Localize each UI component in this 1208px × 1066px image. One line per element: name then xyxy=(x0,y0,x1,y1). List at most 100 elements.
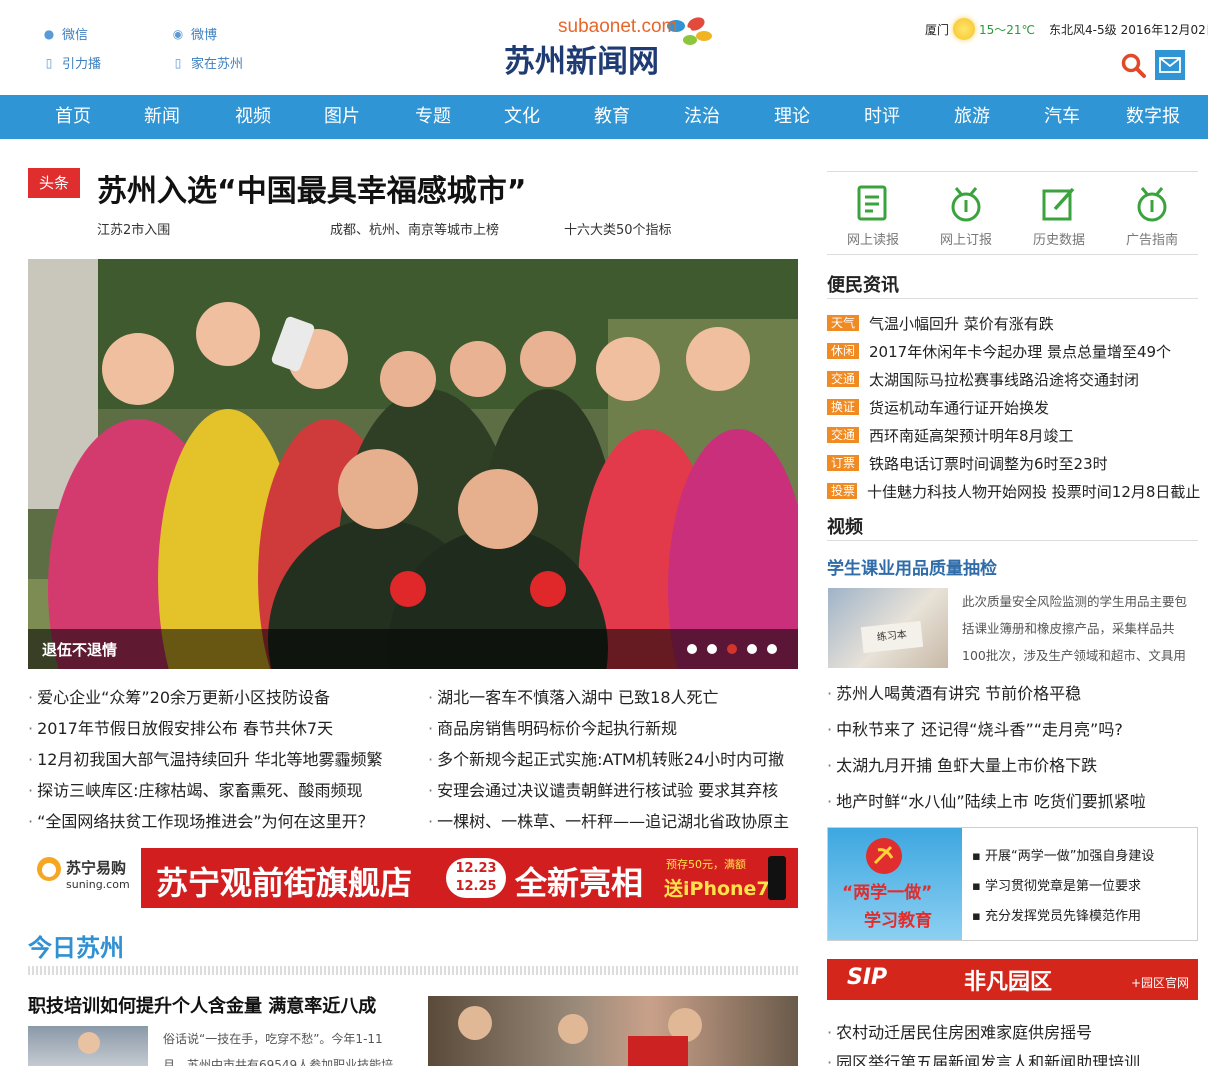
list-item[interactable]: · 地产时鲜“水八仙”陆续上市 吃货们要抓紧啦 xyxy=(827,788,1198,824)
wechat-icon: ● xyxy=(43,26,55,41)
site-logo[interactable]: subaonet.com 苏州新闻网 xyxy=(500,14,730,80)
slide-dot-2[interactable] xyxy=(707,644,717,654)
list-item[interactable]: · 安理会通过决议谴责朝鲜进行核试验 要求其弃核 xyxy=(428,777,798,808)
slide-caption: 退伍不退情 xyxy=(42,641,118,659)
nav-travel[interactable]: 旅游 xyxy=(937,95,1007,139)
today-article-thumb[interactable] xyxy=(28,1026,148,1066)
party-study-promo: “两学一做” 学习教育 ▪ 开展“两学一做”加强自身建设 ▪ 学习贯彻党章是第一… xyxy=(827,827,1198,941)
list-item[interactable]: · 湖北一客车不慎落入湖中 已致18人死亡 xyxy=(428,684,798,715)
news-list-right: · 湖北一客车不慎落入湖中 已致18人死亡 · 商品房销售明码标价今起执行新规 · 多… xyxy=(428,684,798,839)
list-item[interactable]: · 12月初我国大部气温持续回升 华北等地雾霾频繁 xyxy=(28,746,398,777)
phone-icon xyxy=(768,856,786,900)
category-badge: 休闲 xyxy=(827,343,860,359)
category-badge: 交通 xyxy=(827,427,860,443)
home-suzhou-link[interactable]: ▯ 家在苏州 xyxy=(171,53,243,73)
slide-dot-4[interactable] xyxy=(747,644,757,654)
list-item[interactable]: · 商品房销售明码标价今起执行新规 xyxy=(428,715,798,746)
service-ad-guide[interactable]: 广告指南 xyxy=(1112,185,1192,248)
weather-city: 厦门 xyxy=(925,22,950,37)
promo-link-1[interactable]: ▪ 开展“两学一做”加强自身建设 xyxy=(972,845,1154,864)
weibo-link[interactable]: ◉ 微博 xyxy=(171,24,218,44)
list-item[interactable]: · “全国网络扶贫工作现场推进会”为何在这里开？ xyxy=(28,808,398,839)
service-history-data[interactable]: 历史数据 xyxy=(1019,185,1099,248)
nav-news[interactable]: 新闻 xyxy=(127,95,197,139)
headline-title[interactable]: 苏州入选“中国最具幸福感城市” xyxy=(97,166,526,210)
video-links: · 苏州人喝黄酒有讲究 节前价格平稳 · 中秋节来了 还记得“烧斗香”“走月亮”吗?… xyxy=(827,680,1198,824)
mobile-icon: ▯ xyxy=(45,55,53,70)
divider xyxy=(827,254,1198,255)
list-item[interactable]: 投票 十佳魅力科技人物开始网投 投票时间12月8日截止 xyxy=(827,477,1200,505)
video-thumb[interactable]: 练习本 xyxy=(828,588,948,668)
list-item[interactable]: · 一棵树、一株草、一杆秤——追记湖北省政协原主 xyxy=(428,808,798,839)
today-article-desc: 俗话说“一技在手，吃穿不愁”。今年1-11月，苏州中市共有69549人参加职业技… xyxy=(163,1032,394,1066)
headline-sub-1[interactable]: 江苏2市入围 xyxy=(97,219,170,238)
list-item[interactable]: 休闲 2017年休闲年卡今起办理 景点总量增至49个 xyxy=(827,337,1198,365)
list-item[interactable]: · 农村动迁居民住房困难家庭供房摇号 xyxy=(827,1019,1198,1049)
wechat-link[interactable]: ● 微信 xyxy=(42,24,88,44)
nav-education[interactable]: 教育 xyxy=(577,95,647,139)
list-item[interactable]: · 探访三峡库区:庄稼枯竭、家畜熏死、酸雨频现 xyxy=(28,777,398,808)
video-section-title: 视频 xyxy=(827,517,863,538)
ad-slogan: 全新亮相 xyxy=(515,864,644,902)
service-subscribe-online[interactable]: 网上订报 xyxy=(926,185,1006,248)
weather-widget: 厦门 15～21℃ 东北风4-5级 2016年12月02日 xyxy=(925,18,1208,40)
caption-bar: 退伍不退情 xyxy=(28,629,798,669)
nav-video[interactable]: 视频 xyxy=(218,95,288,139)
promo-link-2[interactable]: ▪ 学习贯彻党章是第一位要求 xyxy=(972,875,1141,894)
sip-official-link[interactable]: +园区官网 xyxy=(1131,974,1189,991)
convenience-title: 便民资讯 xyxy=(827,275,899,296)
headline-sub-3[interactable]: 十六大类50个指标 xyxy=(564,219,672,238)
sunny-icon xyxy=(953,18,976,40)
nav-theory[interactable]: 理论 xyxy=(757,95,827,139)
list-item[interactable]: 交通 西环南延高架预计明年8月竣工 xyxy=(827,421,1198,449)
today-photo[interactable] xyxy=(428,996,798,1066)
list-item[interactable]: · 苏州人喝黄酒有讲究 节前价格平稳 xyxy=(827,680,1198,716)
slide-dot-1[interactable] xyxy=(687,644,697,654)
suning-ad-banner[interactable]: 苏宁易购 suning.com 苏宁观前街旗舰店 12.23 12.25 全新亮相… xyxy=(28,848,798,908)
list-item[interactable]: 订票 铁路电话订票时间调整为6时至23时 xyxy=(827,449,1198,477)
list-item[interactable]: · 爱心企业“众筹”20余万更新小区技防设备 xyxy=(28,684,398,715)
nav-home[interactable]: 首页 xyxy=(38,95,108,139)
service-read-online[interactable]: 网上读报 xyxy=(833,185,913,248)
list-item[interactable]: · 园区举行第五届新闻发言人和新闻助理培训 xyxy=(827,1049,1198,1066)
yinlibo-link[interactable]: ▯ 引力播 xyxy=(42,53,101,73)
promo-link-3[interactable]: ▪ 充分发挥党员先锋模范作用 xyxy=(972,905,1141,924)
nav-commentary[interactable]: 时评 xyxy=(847,95,917,139)
list-item[interactable]: 交通 太湖国际马拉松赛事线路沿途将交通封闭 xyxy=(827,365,1198,393)
headline-slideshow[interactable]: 退伍不退情 xyxy=(28,259,798,669)
nav-digital-paper[interactable]: 数字报 xyxy=(1117,95,1189,139)
slide-dot-5[interactable] xyxy=(767,644,777,654)
list-item[interactable]: · 太湖九月开捕 鱼虾大量上市价格下跌 xyxy=(827,752,1198,788)
list-item[interactable]: · 多个新规今起正式实施:ATM机转账24小时内可撤 xyxy=(428,746,798,777)
sip-title: 非凡园区 xyxy=(964,970,1053,995)
section-divider xyxy=(28,966,798,975)
list-item[interactable]: 天气 气温小幅回升 菜价有涨有跌 xyxy=(827,309,1198,337)
weibo-label: 微博 xyxy=(191,28,218,43)
nav-law[interactable]: 法治 xyxy=(667,95,737,139)
nav-culture[interactable]: 文化 xyxy=(487,95,557,139)
search-icon[interactable] xyxy=(1119,51,1149,81)
nav-auto[interactable]: 汽车 xyxy=(1027,95,1097,139)
video-title[interactable]: 学生课业用品质量抽检 xyxy=(827,554,997,579)
divider xyxy=(827,171,1198,172)
slide-dot-3[interactable] xyxy=(727,644,737,654)
mail-icon[interactable] xyxy=(1155,50,1185,80)
sip-banner: SIP 非凡园区 +园区官网 xyxy=(827,959,1198,1000)
logo-en-text: subaonet.com xyxy=(558,16,678,37)
ad-promo-small: 预存50元，满额 xyxy=(666,858,746,871)
divider xyxy=(827,298,1198,299)
weather-wind: 东北风4-5级 xyxy=(1049,22,1117,37)
nav-pictures[interactable]: 图片 xyxy=(307,95,377,139)
nav-topics[interactable]: 专题 xyxy=(398,95,468,139)
ad-title: 苏宁观前街旗舰店 xyxy=(156,864,413,902)
suning-logo: 苏宁易购 suning.com xyxy=(28,848,141,908)
list-item[interactable]: 换证 货运机动车通行证开始换发 xyxy=(827,393,1198,421)
category-badge: 天气 xyxy=(827,315,860,331)
promo-image[interactable]: “两学一做” 学习教育 xyxy=(828,828,962,940)
today-article-title[interactable]: 职技培训如何提升个人含金量 满意率近八成 xyxy=(28,992,376,1018)
ad-promo-big: 送iPhone7 xyxy=(664,878,770,900)
promo-image-line-1: “两学一做” xyxy=(842,883,933,903)
list-item[interactable]: · 中秋节来了 还记得“烧斗香”“走月亮”吗? xyxy=(827,716,1198,752)
headline-sub-2[interactable]: 成都、杭州、南京等城市上榜 xyxy=(330,219,499,238)
list-item[interactable]: · 2017年节假日放假安排公布 春节共休7天 xyxy=(28,715,398,746)
